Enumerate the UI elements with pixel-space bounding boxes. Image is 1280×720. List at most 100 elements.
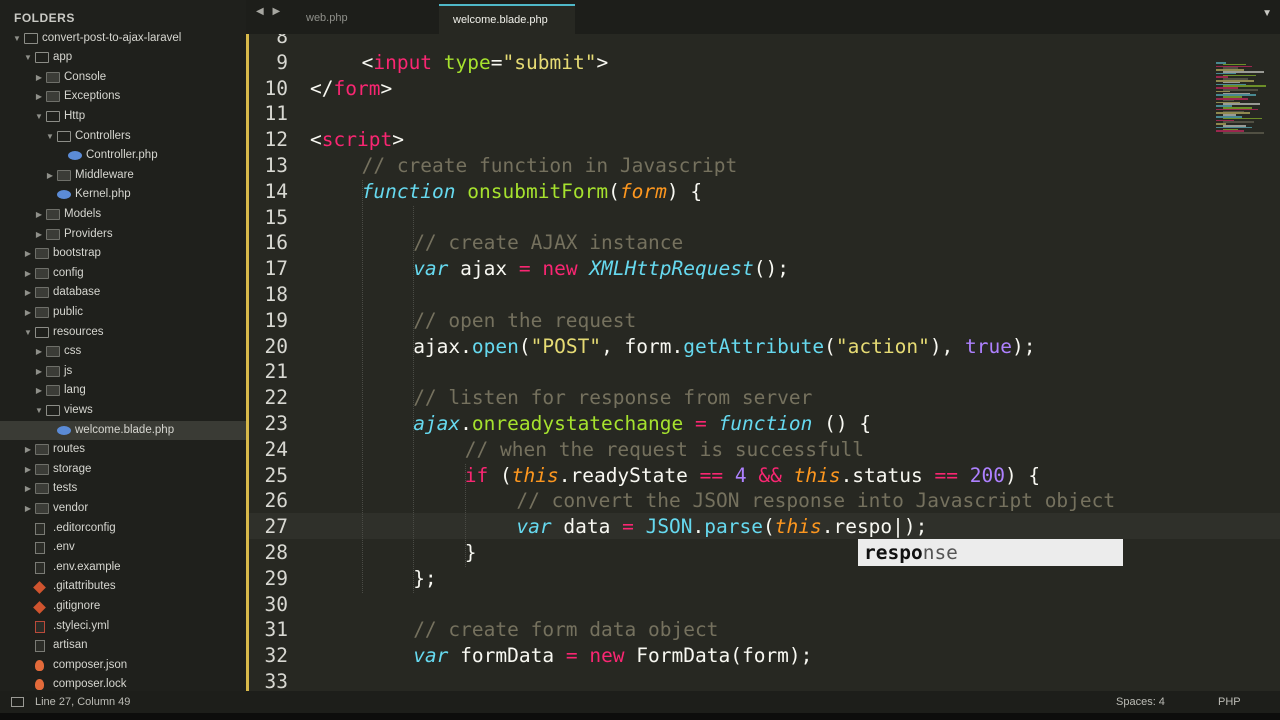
code-line[interactable]: // open the request [413, 309, 636, 332]
disclosure-open-icon[interactable]: ▼ [23, 48, 33, 68]
code-token: true [965, 334, 1013, 358]
tree-item[interactable]: ▶ Models [0, 205, 246, 225]
code-line[interactable]: </form> [310, 77, 392, 100]
code-line[interactable]: // create AJAX instance [413, 231, 683, 254]
tree-item[interactable]: ▶ Exceptions [0, 87, 246, 107]
tree-item[interactable]: .gitignore [0, 597, 246, 617]
disclosure-closed-icon[interactable]: ▶ [34, 362, 44, 382]
disclosure-closed-icon[interactable]: ▶ [23, 499, 33, 519]
tree-item[interactable]: composer.json [0, 656, 246, 676]
tab-nav-arrows-icon[interactable]: ◀ ▶ [256, 6, 283, 17]
tree-item[interactable]: ▶ config [0, 264, 246, 284]
code-editor[interactable]: 8 9 <input type="submit"> 10 </form> 11 12 <scr… [246, 34, 1280, 691]
disclosure-closed-icon[interactable]: ▶ [23, 303, 33, 323]
tree-item[interactable]: .env [0, 538, 246, 558]
tree-item[interactable]: ▼ convert-post-to-ajax-laravel [0, 29, 246, 49]
tree-item[interactable]: ▶ storage [0, 460, 246, 480]
code-line[interactable]: // create form data object [413, 618, 718, 641]
tree-item[interactable]: .editorconfig [0, 519, 246, 539]
folder-open-icon [35, 52, 49, 64]
tree-item[interactable]: .gitattributes [0, 577, 246, 597]
line-number: 33 [264, 670, 288, 691]
disclosure-closed-icon[interactable]: ▶ [23, 244, 33, 264]
tree-item[interactable]: ▶ Console [0, 68, 246, 88]
panel-toggle-icon[interactable] [11, 697, 24, 707]
disclosure-closed-icon[interactable]: ▶ [23, 460, 33, 480]
tree-item[interactable]: ▼ app [0, 48, 246, 68]
tree-item[interactable]: ▶ tests [0, 479, 246, 499]
tree-item[interactable]: ▶ database [0, 283, 246, 303]
disclosure-open-icon[interactable]: ▼ [12, 29, 22, 49]
tab-dropdown-icon[interactable]: ▼ [1262, 8, 1272, 19]
disclosure-open-icon[interactable]: ▼ [23, 323, 33, 343]
disclosure-closed-icon[interactable]: ▶ [34, 225, 44, 245]
tree-item[interactable]: ▶ public [0, 303, 246, 323]
tree-item[interactable]: artisan [0, 636, 246, 656]
disclosure-closed-icon[interactable]: ▶ [23, 479, 33, 499]
code-line[interactable]: // when the request is successfull [465, 438, 864, 461]
tree-item[interactable]: .env.example [0, 558, 246, 578]
code-token: if [464, 463, 489, 487]
tree-item[interactable]: Kernel.php [0, 185, 246, 205]
code-line[interactable]: var data = JSON.parse(this.respo|); [516, 515, 927, 538]
syntax-selector[interactable]: PHP [1218, 691, 1241, 713]
tree-item[interactable]: ▼ Http [0, 107, 246, 127]
disclosure-closed-icon[interactable]: ▶ [45, 166, 55, 186]
disclosure-open-icon[interactable]: ▼ [45, 127, 55, 147]
code-line[interactable]: ajax.open("POST", form.getAttribute("act… [413, 335, 1035, 358]
disclosure-closed-icon[interactable]: ▶ [34, 205, 44, 225]
code-line[interactable]: var formData = new FormData(form); [413, 644, 812, 667]
code-line[interactable]: if (this.readyState == 4 && this.status … [465, 464, 1040, 487]
tree-item[interactable]: ▶ Middleware [0, 166, 246, 186]
tab-web-php[interactable]: web.php [292, 4, 442, 34]
code-token: "submit" [502, 50, 597, 74]
code-line[interactable]: ajax.onreadystatechange = function () { [413, 412, 871, 435]
tree-item[interactable]: ▶ js [0, 362, 246, 382]
code-token: new [542, 257, 578, 281]
code-token: () { [812, 412, 872, 435]
line-number: 21 [264, 360, 288, 384]
tree-item[interactable]: ▼ Controllers [0, 127, 246, 147]
tree-item[interactable]: ▶ lang [0, 381, 246, 401]
code-line[interactable]: function onsubmitForm(form) { [362, 180, 703, 203]
tree-item-label: Http [64, 109, 86, 122]
disclosure-closed-icon[interactable]: ▶ [34, 342, 44, 362]
disclosure-closed-icon[interactable]: ▶ [34, 381, 44, 401]
disclosure-closed-icon[interactable]: ▶ [34, 68, 44, 88]
code-line[interactable]: } [465, 541, 477, 564]
tree-item[interactable]: .styleci.yml [0, 617, 246, 637]
code-line[interactable]: // convert the JSON response into Javasc… [516, 489, 1115, 512]
tree-item[interactable]: ▶ routes [0, 440, 246, 460]
autocomplete-popup[interactable]: response [858, 539, 1123, 566]
indentation-setting[interactable]: Spaces: 4 [1116, 691, 1165, 713]
tree-item[interactable]: composer.lock [0, 675, 246, 691]
disclosure-closed-icon[interactable]: ▶ [23, 440, 33, 460]
disclosure-closed-icon[interactable]: ▶ [23, 283, 33, 303]
code-line[interactable]: // create function in Javascript [362, 154, 738, 177]
code-line[interactable]: <script> [310, 128, 404, 151]
file-icon [35, 561, 45, 574]
minimap[interactable] [1216, 62, 1272, 134]
code-line[interactable]: // listen for response from server [413, 386, 812, 409]
tab-welcome-blade-php[interactable]: welcome.blade.php [439, 4, 575, 34]
tree-item[interactable]: welcome.blade.php [0, 420, 246, 441]
tree-item-label: Middleware [75, 168, 134, 181]
line-number: 9 [276, 50, 288, 74]
tree-item[interactable]: ▶ Providers [0, 225, 246, 245]
code-line[interactable]: }; [413, 567, 436, 590]
disclosure-open-icon[interactable]: ▼ [34, 107, 44, 127]
tree-item-label: Providers [64, 227, 113, 240]
tree-item[interactable]: ▶ bootstrap [0, 244, 246, 264]
tree-item[interactable]: ▶ vendor [0, 499, 246, 519]
tree-item[interactable]: ▼ resources [0, 323, 246, 343]
tree-item-label: public [53, 305, 84, 318]
disclosure-open-icon[interactable]: ▼ [34, 401, 44, 421]
tree-item[interactable]: ▶ css [0, 342, 246, 362]
tree-item[interactable]: ▼ views [0, 401, 246, 421]
disclosure-closed-icon[interactable]: ▶ [34, 87, 44, 107]
tree-item-label: Controller.php [86, 149, 158, 162]
tree-item[interactable]: Controller.php [0, 146, 246, 166]
disclosure-closed-icon[interactable]: ▶ [23, 264, 33, 284]
code-line[interactable]: var ajax = new XMLHttpRequest(); [413, 257, 789, 280]
code-line[interactable]: <input type="submit"> [362, 51, 609, 74]
